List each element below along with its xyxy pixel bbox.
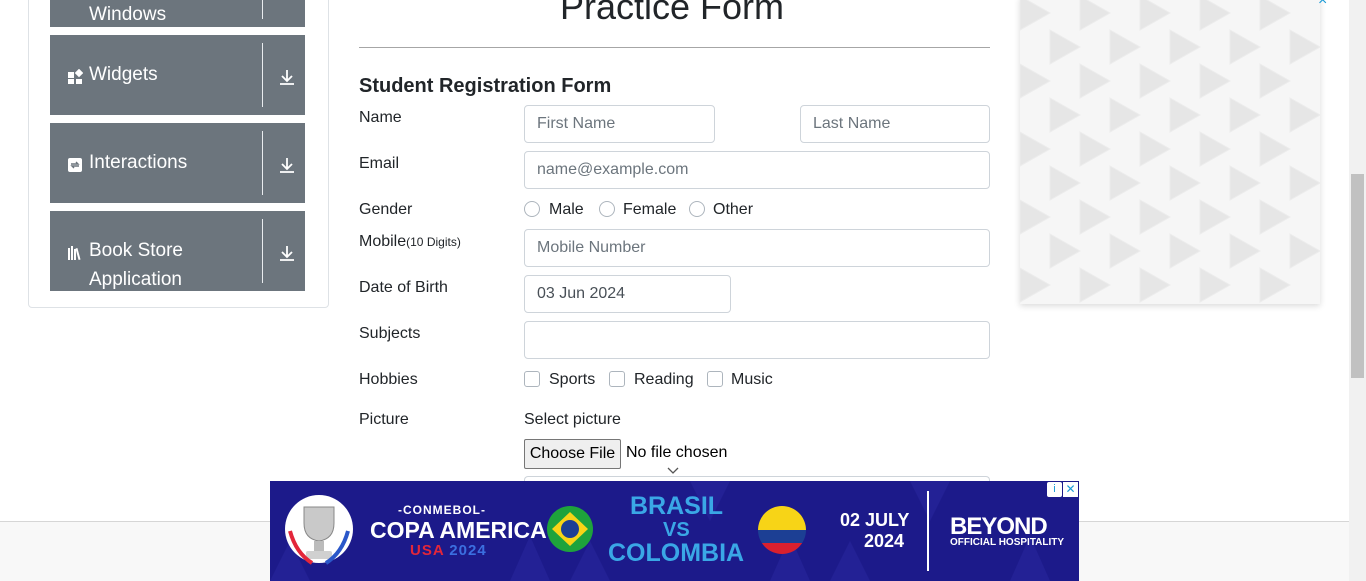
email-input[interactable]: name@example.com: [524, 151, 990, 189]
sidebar-group-interactions[interactable]: Interactions: [50, 123, 305, 203]
sidebar-group-label: Widgets: [89, 64, 158, 85]
gender-option-label[interactable]: Other: [713, 201, 753, 219]
ad-pattern: [1020, 0, 1320, 303]
colombia-flag-icon: [758, 506, 806, 554]
name-label: Name: [359, 109, 402, 126]
divider: [262, 131, 263, 195]
banner-team2: COLOMBIA: [608, 539, 745, 567]
hobby-option-label[interactable]: Sports: [549, 371, 595, 389]
sidebar-group-label: Windows: [89, 4, 167, 25]
banner-copa-america: COPA AMERICA: [370, 517, 547, 543]
book-store-icon: [68, 246, 81, 261]
hobby-option-label[interactable]: Reading: [634, 371, 694, 389]
form-subtitle: Student Registration Form: [359, 75, 612, 97]
banner-team1: BRASIL: [630, 492, 724, 520]
adchoices-icon[interactable]: i: [1047, 482, 1062, 497]
scrollbar-thumb[interactable]: [1351, 174, 1364, 378]
copa-trophy-icon: [285, 495, 353, 565]
banner-usa-year: USA 2024: [410, 542, 487, 559]
dob-label: Date of Birth: [359, 279, 448, 296]
divider: [262, 219, 263, 283]
download-arrow-icon[interactable]: [278, 68, 296, 86]
mobile-hint: (10 Digits): [406, 235, 461, 249]
widgets-icon: [68, 69, 83, 84]
sidebar-group-label: Book Store: [89, 240, 183, 261]
choose-file-button[interactable]: Choose File: [524, 439, 621, 469]
sidebar-group-widgets[interactable]: Widgets: [50, 35, 305, 115]
file-status: No file chosen: [626, 444, 728, 461]
download-arrow-icon[interactable]: [278, 156, 296, 174]
hobby-checkbox-sports[interactable]: [524, 371, 540, 387]
last-name-input[interactable]: Last Name: [800, 105, 990, 143]
mobile-label-text: Mobile: [359, 233, 407, 250]
gender-option-label[interactable]: Male: [549, 201, 584, 219]
hobbies-label: Hobbies: [359, 371, 418, 388]
first-name-input[interactable]: First Name: [524, 105, 715, 143]
gender-radio-female[interactable]: [599, 201, 615, 217]
banner-year: 2024: [449, 542, 487, 559]
picture-label: Picture: [359, 411, 409, 428]
title-divider: [359, 47, 990, 48]
interactions-icon: [68, 158, 82, 172]
select-picture-label: Select picture: [524, 411, 621, 428]
email-label: Email: [359, 155, 400, 172]
subjects-input[interactable]: [524, 321, 990, 359]
divider: [262, 43, 263, 107]
bottom-banner-ad[interactable]: -CONMEBOL- COPA AMERICA USA 2024 BRASIL …: [270, 481, 1079, 581]
sidebar-group-label: Interactions: [89, 152, 188, 173]
banner-separator: [927, 491, 929, 571]
banner-usa: USA: [410, 542, 445, 559]
side-ad[interactable]: [1020, 0, 1320, 304]
banner-date-year: 2024: [864, 531, 905, 551]
gender-option-label[interactable]: Female: [623, 201, 676, 219]
banner-date-day: 02 JULY: [840, 510, 910, 530]
hobby-checkbox-music[interactable]: [707, 371, 723, 387]
brazil-flag-icon: [547, 506, 593, 552]
mobile-label: Mobile(10 Digits): [359, 233, 461, 251]
banner-brand-sub: OFFICIAL HOSPITALITY: [950, 537, 1065, 548]
mobile-input[interactable]: Mobile Number: [524, 229, 990, 267]
dob-input[interactable]: 03 Jun 2024: [524, 275, 731, 313]
gender-radio-other[interactable]: [689, 201, 705, 217]
chevron-down-icon: [667, 467, 679, 474]
gender-label: Gender: [359, 201, 413, 218]
hobby-checkbox-reading[interactable]: [609, 371, 625, 387]
ad-close-icon[interactable]: ×: [1318, 0, 1327, 10]
ad-close-icon[interactable]: ✕: [1063, 482, 1078, 497]
divider: [262, 0, 263, 19]
page-title: Practice Form: [560, 0, 785, 27]
sidebar-group-windows[interactable]: Windows: [50, 0, 305, 27]
gender-radio-male[interactable]: [524, 201, 540, 217]
banner-conmebol: -CONMEBOL-: [398, 503, 486, 517]
hobby-option-label[interactable]: Music: [731, 371, 773, 389]
subjects-label: Subjects: [359, 325, 421, 342]
sidebar-group-label-line2: Application: [89, 269, 182, 290]
download-arrow-icon[interactable]: [278, 244, 296, 262]
sidebar-group-book-store[interactable]: Book Store Application: [50, 211, 305, 291]
